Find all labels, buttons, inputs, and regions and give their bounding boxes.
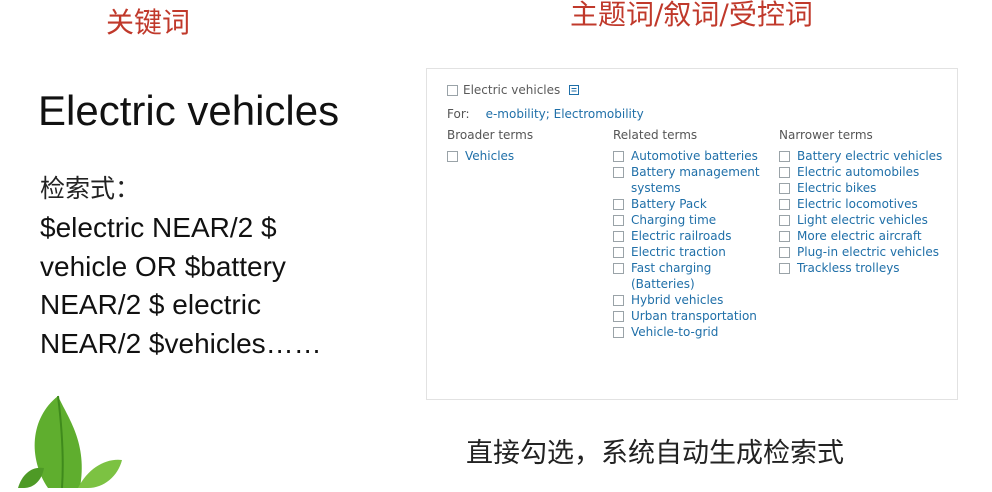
term-item[interactable]: Vehicle-to-grid [613, 324, 763, 340]
term-item[interactable]: Electric automobiles [779, 164, 949, 180]
term-checkbox[interactable] [447, 85, 458, 96]
term-item[interactable]: Vehicles [447, 148, 597, 164]
term-checkbox[interactable] [613, 311, 624, 322]
term-item[interactable]: Electric railroads [613, 228, 763, 244]
term-item[interactable]: Hybrid vehicles [613, 292, 763, 308]
term-item[interactable]: Charging time [613, 212, 763, 228]
term-label[interactable]: Light electric vehicles [797, 212, 928, 228]
term-checkbox[interactable] [779, 199, 790, 210]
broader-terms-title: Broader terms [447, 128, 534, 142]
broader-terms-list: Vehicles [447, 148, 597, 164]
term-item[interactable]: Electric bikes [779, 180, 949, 196]
query-line: NEAR/2 $vehicles…… [40, 327, 322, 359]
term-item[interactable]: Urban transportation [613, 308, 763, 324]
term-label[interactable]: Fast charging (Batteries) [631, 260, 763, 292]
for-row: For: e-mobility; Electromobility [447, 106, 644, 122]
term-label[interactable]: More electric aircraft [797, 228, 922, 244]
term-checkbox[interactable] [613, 263, 624, 274]
term-checkbox[interactable] [779, 215, 790, 226]
term-checkbox[interactable] [613, 167, 624, 178]
related-terms-list: Automotive batteries Battery management s… [613, 148, 763, 340]
search-term-title: Electric vehicles [38, 87, 340, 134]
thesaurus-panel: Electric vehicles For: e-mobility; Electr… [426, 68, 958, 400]
narrower-terms-list: Battery electric vehicles Electric automo… [779, 148, 949, 276]
term-label[interactable]: Vehicle-to-grid [631, 324, 718, 340]
term-label[interactable]: Battery management systems [631, 164, 763, 196]
term-item[interactable]: Battery Pack [613, 196, 763, 212]
term-checkbox[interactable] [613, 231, 624, 242]
term-checkbox[interactable] [613, 215, 624, 226]
for-values[interactable]: e-mobility; Electromobility [486, 107, 644, 121]
term-item[interactable]: More electric aircraft [779, 228, 949, 244]
thesaurus-heading: 主题词/叙词/受控词 [570, 0, 813, 31]
query-line: vehicle OR $battery [40, 250, 286, 282]
term-label[interactable]: Hybrid vehicles [631, 292, 723, 308]
term-checkbox[interactable] [613, 247, 624, 258]
term-label[interactable]: Electric traction [631, 244, 726, 260]
related-terms-column: Related terms Automotive batteries Batter… [613, 127, 763, 340]
term-item[interactable]: Electric locomotives [779, 196, 949, 212]
term-checkbox[interactable] [779, 167, 790, 178]
term-label[interactable]: Electric locomotives [797, 196, 918, 212]
query-line: $electric NEAR/2 $ [40, 212, 277, 243]
term-label[interactable]: Trackless trolleys [797, 260, 900, 276]
term-label[interactable]: Battery Pack [631, 196, 707, 212]
panel-term-label: Electric vehicles [463, 83, 561, 97]
term-label[interactable]: Electric railroads [631, 228, 731, 244]
term-checkbox[interactable] [779, 231, 790, 242]
term-label[interactable]: Urban transportation [631, 308, 757, 324]
term-label[interactable]: Electric automobiles [797, 164, 919, 180]
term-checkbox[interactable] [779, 263, 790, 274]
term-checkbox[interactable] [613, 327, 624, 338]
term-item[interactable]: Trackless trolleys [779, 260, 949, 276]
term-label[interactable]: Charging time [631, 212, 716, 228]
panel-header: Electric vehicles [447, 82, 580, 98]
term-checkbox[interactable] [779, 151, 790, 162]
term-checkbox[interactable] [613, 151, 624, 162]
keyword-heading: 关键词 [106, 6, 191, 39]
term-checkbox[interactable] [613, 199, 624, 210]
term-checkbox[interactable] [779, 183, 790, 194]
caption: 直接勾选，系统自动生成检索式 [466, 438, 844, 469]
query-text: $electric NEAR/2 $ vehicle OR $battery N… [40, 209, 322, 363]
term-item[interactable]: Fast charging (Batteries) [613, 260, 763, 292]
term-item[interactable]: Light electric vehicles [779, 212, 949, 228]
query-label: 检索式： [40, 174, 141, 203]
term-label[interactable]: Vehicles [465, 148, 514, 164]
narrower-terms-column: Narrower terms Battery electric vehicles… [779, 127, 949, 276]
related-terms-title: Related terms [613, 128, 698, 142]
term-label[interactable]: Plug-in electric vehicles [797, 244, 939, 260]
broader-terms-column: Broader terms Vehicles [447, 127, 597, 164]
query-line: NEAR/2 $ electric [40, 289, 261, 320]
copy-icon[interactable] [569, 83, 580, 95]
term-item[interactable]: Battery electric vehicles [779, 148, 949, 164]
narrower-terms-title: Narrower terms [779, 128, 873, 142]
term-label[interactable]: Battery electric vehicles [797, 148, 942, 164]
term-item[interactable]: Plug-in electric vehicles [779, 244, 949, 260]
term-label[interactable]: Automotive batteries [631, 148, 758, 164]
leaf-image [18, 388, 128, 492]
term-checkbox[interactable] [779, 247, 790, 258]
term-item[interactable]: Electric traction [613, 244, 763, 260]
term-item[interactable]: Battery management systems [613, 164, 763, 196]
term-item[interactable]: Automotive batteries [613, 148, 763, 164]
term-label[interactable]: Electric bikes [797, 180, 876, 196]
for-label: For: [447, 107, 470, 121]
term-checkbox[interactable] [447, 151, 458, 162]
term-checkbox[interactable] [613, 295, 624, 306]
